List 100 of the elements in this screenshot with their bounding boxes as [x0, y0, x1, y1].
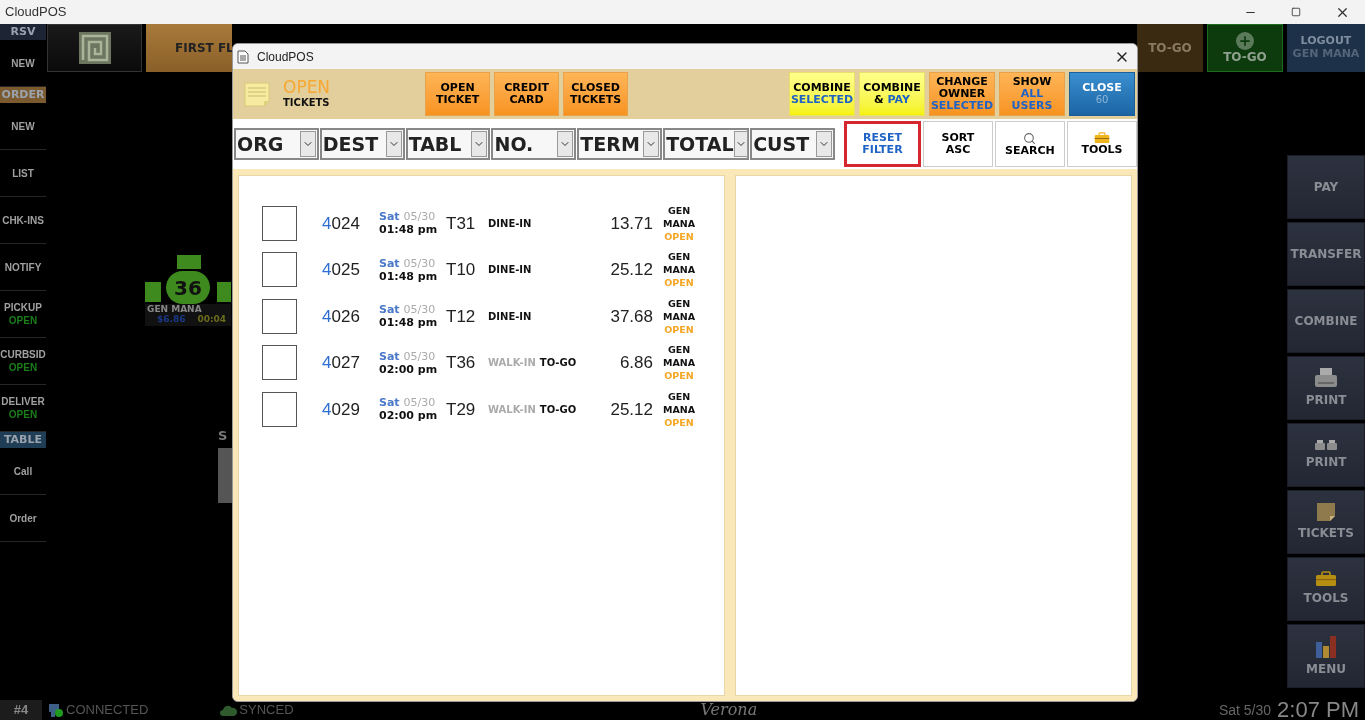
sidebar-item[interactable]: LIST — [0, 150, 46, 197]
floor-label: S — [218, 427, 228, 445]
ticket-date: Sat 05/30 — [379, 210, 437, 224]
ticket-checkbox[interactable] — [262, 345, 297, 381]
ticket-number: 4029 — [322, 398, 361, 421]
restore-icon[interactable] — [1291, 7, 1301, 17]
ticket-type: DINE-IN — [488, 263, 532, 278]
logo-tile[interactable] — [47, 24, 142, 72]
ticket-time: 01:48 pm — [379, 223, 439, 237]
ticket-type: TO-GO — [539, 356, 577, 371]
ticket-status: OPEN — [664, 229, 694, 243]
document-icon — [237, 49, 249, 64]
filter-dropdown[interactable]: ORG — [234, 128, 319, 160]
filter-dropdown[interactable]: CUST — [750, 128, 835, 160]
sidebar-item[interactable]: NOTIFY — [0, 244, 46, 291]
action-button[interactable]: PAY — [1287, 155, 1365, 219]
action-button[interactable]: TOOLS — [1287, 557, 1365, 621]
header-button[interactable]: CLOSE 60 — [1069, 72, 1135, 116]
header-button[interactable]: COMBINE SELECTED — [789, 72, 855, 116]
section-header: ORDER — [0, 87, 46, 103]
ticket-type: DINE-IN — [488, 309, 532, 324]
ticket-number: 4026 — [322, 305, 361, 328]
ticket-owner: GEN MANA — [662, 389, 696, 416]
ticket-table: T29 — [446, 396, 488, 422]
section-header: TABLE — [0, 432, 46, 448]
printer-icon — [1314, 367, 1338, 389]
filter-dropdown[interactable]: DEST — [319, 128, 405, 160]
toolbar-button[interactable]: SORT ASC — [922, 121, 993, 167]
toolbar-button[interactable]: RESET FILTER — [843, 121, 921, 167]
ticket-owner: GEN MANA — [662, 343, 696, 370]
note-icon — [1316, 502, 1336, 522]
filter-dropdown[interactable]: TABL — [405, 128, 491, 160]
header-button[interactable]: CREDIT CARD — [494, 72, 560, 116]
ticket-total: 25.12 — [609, 259, 653, 281]
ticket-total: 6.86 — [618, 352, 653, 374]
dialog-heading: OPEN — [283, 78, 331, 96]
action-button[interactable]: PRINT — [1287, 356, 1365, 420]
section-header: RSV — [0, 24, 46, 40]
sidebar-item[interactable]: Order — [0, 495, 46, 542]
notepad-icon — [243, 80, 271, 108]
ticket-checkbox[interactable] — [262, 391, 297, 427]
bar-chart-icon — [1314, 634, 1338, 658]
ticket-total: 25.12 — [609, 398, 653, 421]
sidebar-item[interactable]: CURBSID OPEN — [0, 338, 46, 385]
spiral-logo-icon — [78, 32, 111, 64]
ticket-owner: GEN MANA — [662, 296, 696, 323]
sidebar-item[interactable]: NEW — [0, 103, 46, 150]
ticket-type: TO-GO — [539, 402, 577, 417]
status-date: Sat 5/30 — [1218, 700, 1272, 720]
window-title: CloudPOS — [5, 3, 67, 22]
ticket-time: 01:48 pm — [379, 269, 439, 283]
ticket-total: 37.68 — [609, 305, 653, 328]
plus-icon — [1236, 32, 1254, 50]
dialog-title: CloudPOS — [257, 48, 314, 66]
new-to-go-button[interactable]: TO-GO — [1207, 24, 1283, 72]
ticket-status: OPEN — [664, 276, 694, 290]
action-button[interactable]: TICKETS — [1287, 490, 1365, 554]
ticket-table: T10 — [446, 257, 488, 283]
toolbar-button[interactable]: SEARCH — [994, 121, 1065, 167]
action-button[interactable]: TRANSFER — [1287, 222, 1365, 286]
sidebar-item[interactable]: Call — [0, 448, 46, 495]
filter-dropdown[interactable]: TOTAL — [663, 128, 750, 160]
ticket-time: 02:00 pm — [379, 409, 439, 423]
sync-status: SYNCED — [239, 701, 294, 720]
ticket-time: 01:48 pm — [379, 316, 439, 330]
ticket-total: 13.71 — [609, 212, 653, 235]
action-button[interactable]: PRINT — [1287, 423, 1365, 487]
ticket-table: T31 — [446, 210, 488, 236]
header-button[interactable]: CHANGE OWNER SELECTED — [929, 72, 995, 116]
network-icon — [48, 702, 64, 718]
ticket-table: T12 — [446, 303, 488, 329]
ticket-checkbox[interactable] — [262, 252, 297, 288]
ticket-checkbox[interactable] — [262, 205, 297, 241]
status-time: 2:07 PM — [1277, 700, 1359, 720]
action-button[interactable]: COMBINE — [1287, 289, 1365, 353]
ticket-number: 4027 — [322, 352, 361, 374]
floor-object — [218, 448, 232, 503]
header-button[interactable]: CLOSED TICKETS — [563, 72, 629, 116]
filter-dropdown[interactable]: TERM — [577, 128, 663, 160]
filter-dropdown[interactable]: NO. — [491, 128, 577, 160]
server-name: GEN MANA — [147, 304, 203, 314]
sidebar-item[interactable]: PICKUP OPEN — [0, 291, 46, 338]
header-button[interactable]: SHOW ALL USERS — [999, 72, 1065, 116]
toolbox-icon — [1093, 132, 1110, 144]
header-button[interactable]: COMBINE & PAY — [859, 72, 925, 116]
toolbox-icon — [1315, 571, 1337, 587]
dialog-subheading: TICKETS — [283, 96, 331, 110]
ticket-owner: GEN MANA — [662, 203, 696, 230]
ticket-checkbox[interactable] — [262, 298, 297, 334]
toolbar-button[interactable]: TOOLS — [1066, 121, 1137, 167]
header-button[interactable]: OPEN TICKET — [425, 72, 491, 116]
action-button[interactable]: MENU — [1287, 624, 1365, 688]
ticket-status: OPEN — [664, 322, 694, 336]
terminal-number: #4 — [0, 700, 42, 720]
search-icon — [1023, 131, 1037, 145]
sidebar-item[interactable]: CHK-INS — [0, 197, 46, 244]
table-marker[interactable]: 36 — [166, 271, 210, 304]
chair-icon — [177, 255, 201, 269]
chair-icon — [217, 282, 231, 302]
ticket-time: 02:00 pm — [379, 362, 439, 376]
